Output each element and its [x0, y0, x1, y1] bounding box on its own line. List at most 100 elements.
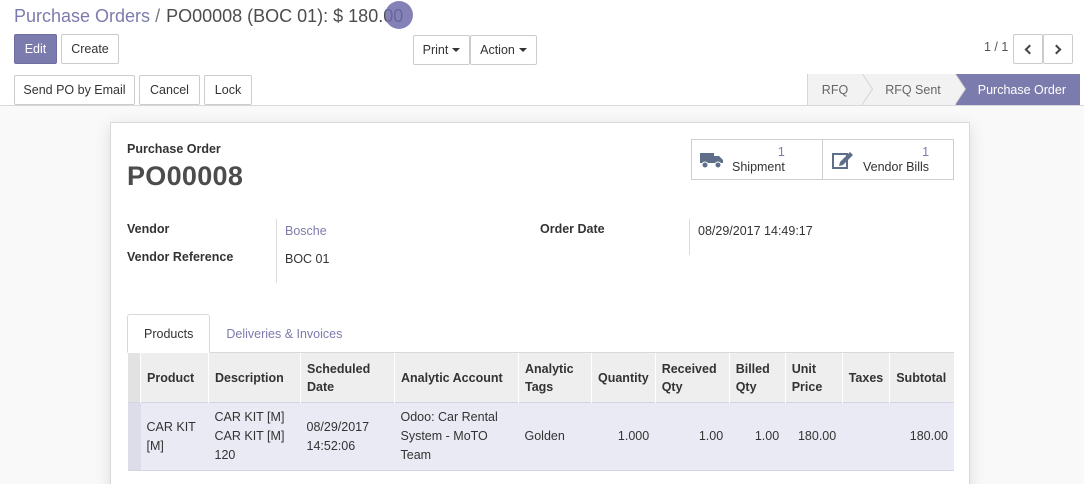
cell-quantity: 1.000	[591, 402, 656, 471]
cell-product: CAR KIT [M]	[140, 402, 209, 471]
header-description[interactable]: Description	[208, 352, 301, 403]
print-dropdown-button[interactable]: Print	[413, 35, 470, 65]
date-line1: 08/29/2017	[306, 419, 370, 434]
stage-rfq-sent[interactable]: RFQ Sent	[862, 74, 966, 105]
shipment-smart-button[interactable]: 1 Shipment	[692, 140, 822, 179]
truck-icon	[692, 151, 732, 169]
vendor-bills-count: 1	[922, 144, 930, 159]
product-line1: CAR KIT	[146, 419, 196, 434]
print-label: Print	[422, 43, 449, 57]
header-product[interactable]: Product	[140, 352, 209, 403]
caret-down-icon	[452, 48, 461, 52]
action-label: Action	[480, 43, 515, 57]
vendor-label: Vendor	[127, 222, 170, 236]
control-panel: Purchase Orders / PO00008 (BOC 01): $ 180.…	[0, 0, 1084, 75]
table-header-row: Product Description Scheduled Date Analyt…	[127, 352, 954, 403]
cell-analytic-account: Odoo: Car Rental System - MoTO Team	[394, 402, 519, 471]
send-po-email-button[interactable]: Send PO by Email	[14, 75, 135, 105]
chevron-left-icon	[1024, 44, 1035, 54]
header-analytic-account-label: Analytic Account	[401, 370, 503, 385]
status-stages: RFQ RFQ Sent Purchase Order	[806, 74, 1080, 105]
header-unit-line1: Unit	[791, 361, 817, 376]
header-scheduled-line1: Scheduled	[307, 361, 371, 376]
cell-scheduled-date: 08/29/2017 14:52:06	[300, 402, 395, 471]
tab-deliveries-invoices[interactable]: Deliveries & Invoices	[210, 314, 358, 353]
cell-received-qty: 1.00	[655, 402, 730, 471]
vendor-bills-smart-button[interactable]: 1 Vendor Bills	[822, 140, 953, 179]
header-received-qty[interactable]: Received Qty	[654, 352, 730, 403]
header-quantity-label: Quantity	[598, 370, 649, 385]
header-product-label: Product	[147, 370, 195, 385]
order-date-label: Order Date	[540, 222, 605, 236]
document-name: PO00008	[127, 161, 244, 191]
chevron-right-icon	[1051, 44, 1062, 54]
breadcrumb-separator: /	[155, 6, 161, 26]
order-lines-table: Product Description Scheduled Date Analyt…	[127, 352, 954, 471]
header-tags-line1: Analytic	[525, 361, 574, 376]
action-dropdown-button[interactable]: Action	[470, 35, 537, 65]
cancel-button[interactable]: Cancel	[139, 75, 200, 105]
header-subtotal-label: Subtotal	[896, 370, 947, 385]
field-separator	[276, 219, 277, 283]
account-line2: System - MoTO	[400, 429, 488, 443]
edit-button[interactable]: Edit	[14, 34, 57, 64]
header-tags-line2: Tags	[525, 379, 554, 394]
cell-unit-price: 180.00	[785, 402, 843, 471]
cursor-indicator	[385, 1, 413, 29]
vendor-reference-value: BOC 01	[285, 252, 330, 266]
header-billed-qty[interactable]: Billed Qty	[728, 352, 786, 403]
header-taxes-label: Taxes	[848, 370, 884, 385]
notebook-tabs: Products Deliveries & Invoices	[127, 314, 358, 353]
breadcrumb-current: PO00008 (BOC 01): $ 180.00	[166, 6, 404, 26]
form-sheet: Purchase Order PO00008 1 Shipment 1 Vend…	[110, 122, 970, 484]
description-line1: CAR KIT [M]	[214, 410, 285, 424]
cell-billed-qty: 1.00	[729, 402, 786, 471]
header-description-label: Description	[215, 370, 284, 385]
cell-taxes	[842, 402, 890, 471]
breadcrumb: Purchase Orders / PO00008 (BOC 01): $ 180.…	[14, 5, 403, 27]
shipment-label: Shipment	[732, 159, 785, 174]
header-unit-line2: Price	[791, 379, 823, 394]
header-received-line1: Received	[661, 361, 717, 376]
tab-products[interactable]: Products	[127, 314, 211, 353]
create-button[interactable]: Create	[61, 34, 119, 64]
row-handle	[127, 402, 141, 471]
statusbar: Send PO by Email Cancel Lock RFQ RFQ Sen…	[0, 74, 1084, 106]
cell-subtotal: 180.00	[889, 402, 954, 471]
date-line2: 14:52:06	[306, 438, 356, 453]
header-billed-line2: Qty	[735, 379, 757, 394]
table-row[interactable]: CAR KIT [M] CAR KIT [M] CAR KIT [M] 120 08/…	[127, 402, 954, 471]
header-received-line2: Qty	[661, 379, 683, 394]
vendor-bills-label: Vendor Bills	[863, 159, 930, 174]
header-scheduled-date[interactable]: Scheduled Date	[300, 352, 395, 403]
pager-next-button[interactable]	[1043, 34, 1073, 64]
header-billed-line1: Billed	[735, 361, 770, 376]
header-analytic-tags[interactable]: Analytic Tags	[518, 352, 592, 403]
edit-icon	[823, 150, 863, 170]
header-taxes[interactable]: Taxes	[841, 352, 890, 403]
vendor-reference-label: Vendor Reference	[127, 250, 234, 264]
header-scheduled-line2: Date	[307, 379, 335, 394]
stage-rfq[interactable]: RFQ	[806, 74, 874, 105]
vendor-link[interactable]: Bosche	[285, 224, 327, 238]
breadcrumb-parent-link[interactable]: Purchase Orders	[14, 6, 150, 26]
field-separator	[689, 219, 690, 255]
lock-button[interactable]: Lock	[204, 75, 252, 105]
shipment-count: 1	[777, 144, 785, 159]
account-line3: Team	[400, 448, 432, 462]
description-line3: 120	[214, 448, 236, 462]
cell-description: CAR KIT [M] CAR KIT [M] 120	[208, 402, 301, 471]
row-handle-header	[127, 352, 141, 403]
document-type-label: Purchase Order	[127, 142, 221, 156]
pager-value[interactable]: 1 / 1	[984, 40, 1008, 54]
pager-previous-button[interactable]	[1013, 34, 1043, 64]
header-quantity[interactable]: Quantity	[591, 352, 656, 403]
header-subtotal[interactable]: Subtotal	[889, 352, 954, 403]
stage-purchase-order[interactable]: Purchase Order	[954, 74, 1080, 105]
smart-buttons: 1 Shipment 1 Vendor Bills	[691, 139, 954, 180]
caret-down-icon	[518, 48, 527, 52]
header-analytic-account[interactable]: Analytic Account	[394, 352, 519, 403]
description-line2: CAR KIT [M]	[214, 429, 285, 443]
order-date-value: 08/29/2017 14:49:17	[698, 224, 813, 238]
header-unit-price[interactable]: Unit Price	[784, 352, 843, 403]
